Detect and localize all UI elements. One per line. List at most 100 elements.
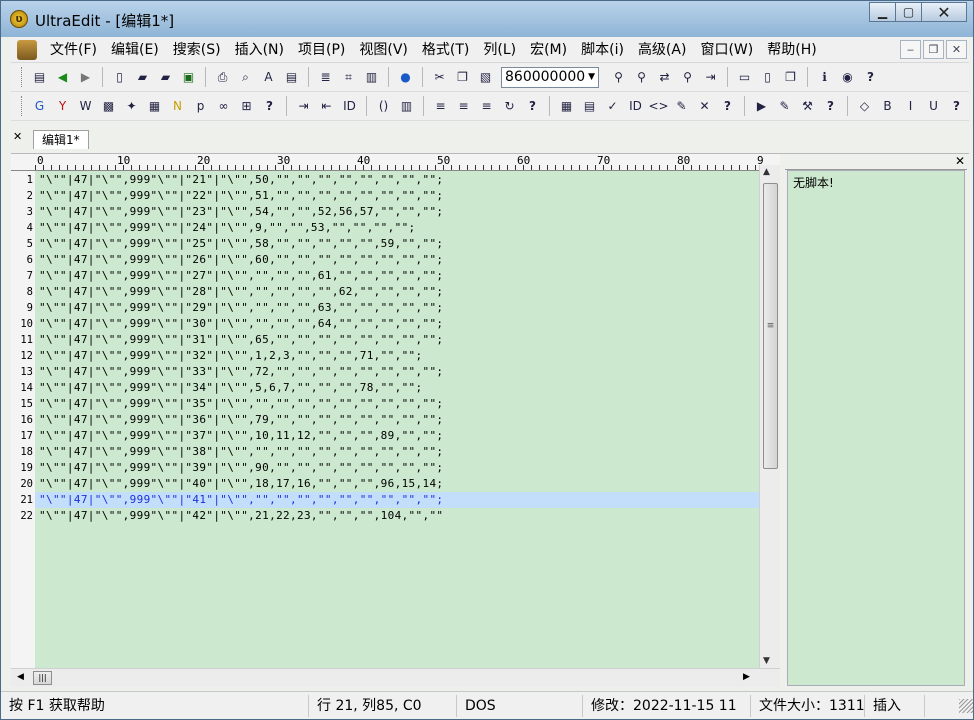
edit-macro-icon[interactable]: ✎: [775, 97, 794, 116]
editor-line[interactable]: 12 "\""|47|"\"",999"\""|"32"|"\"",1,2,3,"…: [11, 348, 759, 364]
menu-item-12[interactable]: 帮助(H): [760, 39, 823, 61]
wrap-icon[interactable]: ≣: [316, 68, 335, 87]
indent-icon[interactable]: ⇥: [294, 97, 313, 116]
column-mode-icon[interactable]: ▥: [362, 68, 381, 87]
panel-close-icon[interactable]: ✕: [955, 154, 965, 168]
print-icon[interactable]: ⎙: [213, 68, 232, 87]
menu-item-1[interactable]: 编辑(E): [104, 39, 166, 61]
editor-line-active[interactable]: 21 "\""|47|"\"",999"\""|"41"|"\"","","","…: [11, 492, 759, 508]
info-icon[interactable]: ℹ: [815, 68, 834, 87]
editor-line[interactable]: 22 "\""|47|"\"",999"\""|"42"|"\"",21,22,2…: [11, 508, 759, 524]
toolbar-grip[interactable]: [21, 96, 24, 116]
mdi-restore-button[interactable]: ❐: [923, 40, 944, 59]
format1-icon[interactable]: ≡: [431, 97, 450, 116]
paste-icon[interactable]: ▧: [476, 68, 495, 87]
outdent-icon[interactable]: ⇤: [317, 97, 336, 116]
vertical-scrollbar[interactable]: ▲ ≡ ▼: [759, 165, 780, 668]
line-text[interactable]: "\""|47|"\"",999"\""|"30"|"\"","","","",…: [39, 316, 443, 332]
line-text[interactable]: "\""|47|"\"",999"\""|"28"|"\"","","","",…: [39, 284, 443, 300]
editor-line[interactable]: 15 "\""|47|"\"",999"\""|"35"|"\"","","","…: [11, 396, 759, 412]
help-button[interactable]: ?: [260, 97, 279, 116]
format2-icon[interactable]: ≡: [454, 97, 473, 116]
editor-line[interactable]: 5 "\""|47|"\"",999"\""|"25"|"\"",58,"",""…: [11, 236, 759, 252]
bulb-icon[interactable]: ✦: [122, 97, 141, 116]
help-context-icon[interactable]: ◉: [838, 68, 857, 87]
cancel-icon[interactable]: ✕: [695, 97, 714, 116]
forward-icon[interactable]: ▶: [76, 68, 95, 87]
line-text[interactable]: "\""|47|"\"",999"\""|"41"|"\"","","","",…: [39, 492, 443, 508]
chevron-down-icon[interactable]: ▼: [585, 68, 598, 87]
bookmark-combo[interactable]: 860000000 ▼: [501, 66, 599, 88]
color-picker-icon[interactable]: ✎: [672, 97, 691, 116]
line-text[interactable]: "\""|47|"\"",999"\""|"25"|"\"",58,"","",…: [39, 236, 443, 252]
menu-item-8[interactable]: 宏(M): [523, 39, 574, 61]
find-in-files-icon[interactable]: ⚲: [678, 68, 697, 87]
tag-icon[interactable]: <>: [648, 97, 668, 116]
line-text[interactable]: "\""|47|"\"",999"\""|"29"|"\"","","","",…: [39, 300, 443, 316]
script-list[interactable]: 无脚本!: [787, 170, 965, 686]
menu-item-0[interactable]: 文件(F): [43, 39, 104, 61]
line-text[interactable]: "\""|47|"\"",999"\""|"32"|"\"",1,2,3,"",…: [39, 348, 423, 364]
horizontal-scroll-thumb[interactable]: |||: [33, 671, 52, 685]
underline-icon[interactable]: U: [924, 97, 943, 116]
editor-line[interactable]: 16 "\""|47|"\"",999"\""|"36"|"\"",79,"","…: [11, 412, 759, 428]
italic-icon[interactable]: I: [901, 97, 920, 116]
resize-grip[interactable]: [959, 698, 973, 713]
menu-item-7[interactable]: 列(L): [476, 39, 523, 61]
cut-icon[interactable]: ✂: [430, 68, 449, 87]
editor-line[interactable]: 1 "\""|47|"\"",999"\""|"21"|"\"",50,"",""…: [11, 172, 759, 188]
menu-item-2[interactable]: 搜索(S): [166, 39, 228, 61]
yahoo-icon[interactable]: Y: [53, 97, 72, 116]
brace-icon[interactable]: (): [374, 97, 393, 116]
mdi-minimize-button[interactable]: ‒: [900, 40, 921, 59]
line-text[interactable]: "\""|47|"\"",999"\""|"38"|"\"","","","",…: [39, 444, 443, 460]
new-file-icon[interactable]: ▯: [110, 68, 129, 87]
menu-item-4[interactable]: 项目(P): [291, 39, 352, 61]
title-bar[interactable]: ʋ UltraEdit - [编辑1*] ▁ ▢ ✕: [1, 1, 973, 37]
help-button[interactable]: ?: [718, 97, 737, 116]
line-text[interactable]: "\""|47|"\"",999"\""|"31"|"\"",65,"","",…: [39, 332, 443, 348]
line-text[interactable]: "\""|47|"\"",999"\""|"36"|"\"",79,"","",…: [39, 412, 443, 428]
editor-line[interactable]: 7 "\""|47|"\"",999"\""|"27"|"\"","","",""…: [11, 268, 759, 284]
editor-line[interactable]: 17 "\""|47|"\"",999"\""|"37"|"\"",10,11,1…: [11, 428, 759, 444]
windows-icon[interactable]: ❐: [781, 68, 800, 87]
hex-icon[interactable]: ⌗: [339, 68, 358, 87]
google-icon[interactable]: G: [30, 97, 49, 116]
line-text[interactable]: "\""|47|"\"",999"\""|"22"|"\"",51,"","",…: [39, 188, 443, 204]
copy-table-icon[interactable]: ▤: [580, 97, 599, 116]
editor-line[interactable]: 4 "\""|47|"\"",999"\""|"24"|"\"",9,"","",…: [11, 220, 759, 236]
editor-line[interactable]: 11 "\""|47|"\"",999"\""|"31"|"\"",65,"","…: [11, 332, 759, 348]
web-icon[interactable]: ●: [396, 68, 415, 87]
line-text[interactable]: "\""|47|"\"",999"\""|"39"|"\"",90,"","",…: [39, 460, 443, 476]
line-text[interactable]: "\""|47|"\"",999"\""|"33"|"\"",72,"","",…: [39, 364, 443, 380]
menu-item-5[interactable]: 视图(V): [352, 39, 415, 61]
bold-icon[interactable]: B: [878, 97, 897, 116]
menu-item-3[interactable]: 插入(N): [228, 39, 291, 61]
editor-line[interactable]: 13 "\""|47|"\"",999"\""|"33"|"\"",72,"","…: [11, 364, 759, 380]
table-icon[interactable]: ▦: [557, 97, 576, 116]
scroll-down-icon[interactable]: ▼: [763, 656, 770, 666]
help-button[interactable]: ?: [821, 97, 840, 116]
wikipedia-icon[interactable]: W: [76, 97, 95, 116]
status-insert-mode[interactable]: 插入: [865, 694, 925, 717]
close-button[interactable]: ✕: [921, 2, 967, 22]
html-icon[interactable]: ◇: [855, 97, 874, 116]
open-file-icon[interactable]: ▰: [133, 68, 152, 87]
print-preview-icon[interactable]: ⌕: [236, 68, 255, 87]
reformat-icon[interactable]: ↻: [500, 97, 519, 116]
mdi-close-button[interactable]: ✕: [946, 40, 967, 59]
editor-area[interactable]: 1 "\""|47|"\"",999"\""|"21"|"\"",50,"",""…: [11, 171, 759, 668]
menu-item-11[interactable]: 窗口(W): [693, 39, 760, 61]
document-menu-icon[interactable]: [17, 39, 37, 60]
editor-line[interactable]: 10 "\""|47|"\"",999"\""|"30"|"\"","","","…: [11, 316, 759, 332]
menu-item-9[interactable]: 脚本(i): [574, 39, 631, 61]
editor-line[interactable]: 9 "\""|47|"\"",999"\""|"29"|"\"","","",""…: [11, 300, 759, 316]
line-text[interactable]: "\""|47|"\"",999"\""|"40"|"\"",18,17,16,…: [39, 476, 443, 492]
save-icon[interactable]: ▣: [179, 68, 198, 87]
help-button[interactable]: ?: [523, 97, 542, 116]
maximize-button[interactable]: ▢: [895, 2, 922, 22]
n-icon[interactable]: N: [168, 97, 187, 116]
tab-document[interactable]: 编辑1*: [33, 130, 89, 149]
id-icon[interactable]: ID: [340, 97, 359, 116]
line-text[interactable]: "\""|47|"\"",999"\""|"35"|"\"","","","",…: [39, 396, 443, 412]
